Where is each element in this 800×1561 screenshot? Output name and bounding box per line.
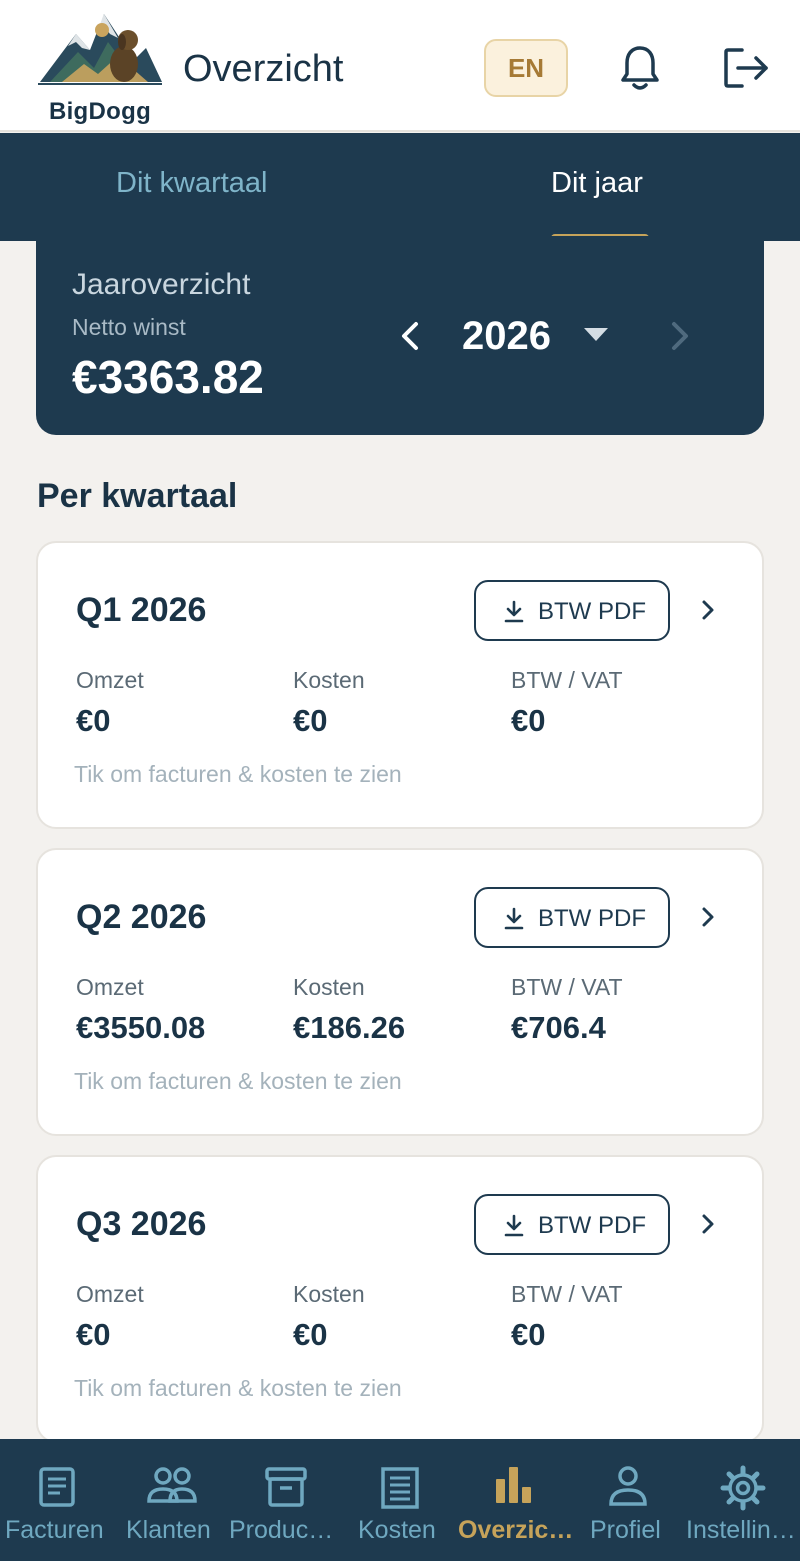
- revenue-label: Omzet: [76, 667, 144, 693]
- btw-pdf-button[interactable]: BTW PDF: [474, 1194, 670, 1255]
- tab-this-quarter[interactable]: Dit kwartaal: [116, 167, 268, 200]
- revenue-value: €3550.08: [76, 1010, 206, 1045]
- quarter-title: Q3 2026: [76, 1205, 207, 1243]
- nav-item-facturen[interactable]: Facturen: [0, 1439, 114, 1561]
- vat-label: BTW / VAT: [511, 667, 623, 693]
- btw-pdf-label: BTW PDF: [538, 1212, 646, 1239]
- year-select[interactable]: 2026: [462, 314, 551, 359]
- year-overview-title: Jaaroverzicht: [72, 268, 251, 301]
- nav-label: Instellin…: [686, 1516, 796, 1544]
- logo-text: BigDogg: [48, 98, 152, 125]
- btw-pdf-label: BTW PDF: [538, 905, 646, 932]
- chevron-right-icon[interactable]: [698, 1209, 718, 1239]
- document-list-icon: [381, 1467, 419, 1509]
- vat-label: BTW / VAT: [511, 1281, 623, 1307]
- nav-label: Produc…: [229, 1516, 334, 1544]
- net-profit-value: €3363.82: [72, 351, 264, 403]
- quarter-card-q1[interactable]: Q1 2026 BTW PDF Omzet €0 Kosten €0 BTW /…: [36, 541, 764, 829]
- page-title: Overzicht: [183, 48, 344, 90]
- bell-icon[interactable]: [618, 44, 662, 92]
- vat-label: BTW / VAT: [511, 974, 623, 1000]
- tap-hint: Tik om facturen & kosten te zien: [74, 1068, 402, 1094]
- btw-pdf-button[interactable]: BTW PDF: [474, 580, 670, 641]
- vat-value: €0: [511, 1317, 546, 1352]
- mountain-dog-logo-icon: [38, 14, 162, 85]
- bar-chart-icon: [496, 1467, 531, 1503]
- tap-hint: Tik om facturen & kosten te zien: [74, 1375, 402, 1401]
- net-profit-label: Netto winst: [72, 314, 186, 340]
- tap-hint: Tik om facturen & kosten te zien: [74, 761, 402, 787]
- language-toggle-button[interactable]: EN: [484, 39, 568, 97]
- chevron-right-icon[interactable]: [698, 902, 718, 932]
- nav-item-klanten[interactable]: Klanten: [114, 1439, 228, 1561]
- download-icon: [504, 907, 524, 930]
- logout-icon[interactable]: [722, 46, 770, 90]
- nav-label: Overzic…: [458, 1516, 574, 1544]
- revenue-value: €0: [76, 703, 111, 738]
- costs-value: €0: [293, 703, 328, 738]
- costs-label: Kosten: [293, 974, 365, 1000]
- users-icon: [147, 1467, 197, 1503]
- quarter-card-q3[interactable]: Q3 2026 BTW PDF Omzet €0 Kosten €0 BTW /…: [36, 1155, 764, 1443]
- next-year-chevron-icon[interactable]: [664, 318, 694, 354]
- btw-pdf-label: BTW PDF: [538, 598, 646, 625]
- nav-label: Profiel: [590, 1516, 661, 1544]
- archive-box-icon: [265, 1467, 307, 1507]
- app-header: BigDogg Overzicht EN: [0, 0, 800, 132]
- tab-this-year[interactable]: Dit jaar: [551, 167, 643, 200]
- bigdogg-logo[interactable]: BigDogg: [34, 12, 162, 125]
- revenue-value: €0: [76, 1317, 111, 1352]
- revenue-label: Omzet: [76, 974, 144, 1000]
- btw-pdf-button[interactable]: BTW PDF: [474, 887, 670, 948]
- costs-value: €186.26: [293, 1010, 406, 1045]
- nav-item-producten[interactable]: Produc…: [228, 1439, 342, 1561]
- period-tabs: Dit kwartaal Dit jaar: [0, 133, 800, 241]
- person-icon: [609, 1466, 647, 1506]
- receipt-icon: [39, 1467, 75, 1507]
- download-icon: [504, 600, 524, 623]
- nav-label: Klanten: [126, 1516, 211, 1544]
- costs-label: Kosten: [293, 1281, 365, 1307]
- vat-value: €706.4: [511, 1010, 606, 1045]
- previous-year-chevron-icon[interactable]: [396, 318, 426, 354]
- nav-item-profiel[interactable]: Profiel: [570, 1439, 684, 1561]
- chevron-right-icon[interactable]: [698, 595, 718, 625]
- download-icon: [504, 1214, 524, 1237]
- nav-item-kosten[interactable]: Kosten: [342, 1439, 456, 1561]
- nav-item-instellingen[interactable]: Instellin…: [684, 1439, 800, 1561]
- per-quarter-heading: Per kwartaal: [37, 477, 238, 515]
- nav-item-overzicht[interactable]: Overzic…: [456, 1439, 574, 1561]
- caret-down-icon[interactable]: [584, 328, 608, 342]
- costs-label: Kosten: [293, 667, 365, 693]
- quarter-title: Q2 2026: [76, 898, 207, 936]
- quarter-card-q2[interactable]: Q2 2026 BTW PDF Omzet €3550.08 Kosten €1…: [36, 848, 764, 1136]
- nav-label: Facturen: [5, 1516, 104, 1544]
- nav-label: Kosten: [358, 1516, 436, 1544]
- gear-icon: [720, 1465, 766, 1511]
- year-overview-card: Jaaroverzicht Netto winst €3363.82 2026: [36, 236, 764, 435]
- vat-value: €0: [511, 703, 546, 738]
- quarter-title: Q1 2026: [76, 591, 207, 629]
- bottom-navigation: Facturen Klanten Produc… Kosten Overzic……: [0, 1439, 800, 1561]
- revenue-label: Omzet: [76, 1281, 144, 1307]
- costs-value: €0: [293, 1317, 328, 1352]
